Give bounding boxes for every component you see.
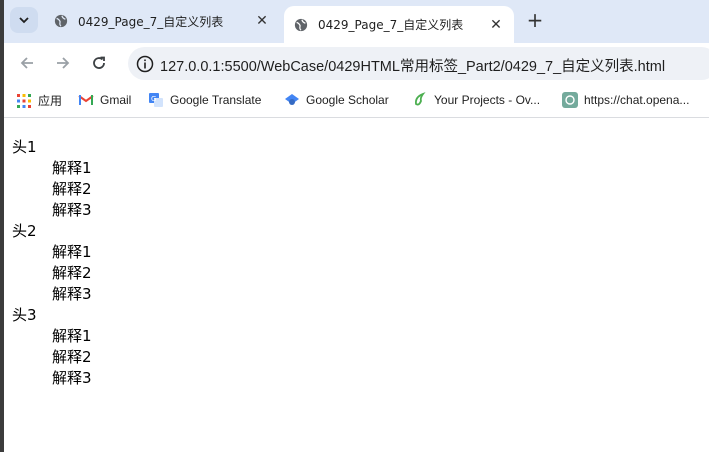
tab-title: 0429_Page_7_自定义列表	[318, 18, 464, 32]
bookmarks-bar: 应用 Gmail G Google Translate Google Schol…	[4, 84, 709, 118]
svg-text:G: G	[151, 95, 156, 103]
bookmark-label: 应用	[38, 94, 63, 108]
scholar-icon	[285, 94, 299, 105]
definition: 解释3	[52, 285, 92, 303]
definition: 解释3	[52, 201, 92, 219]
bookmark-label: https://chat.opena...	[584, 93, 690, 107]
definition: 解释1	[52, 159, 92, 177]
tab-page-7-active[interactable]: 0429_Page_7_自定义列表 ✕	[284, 6, 514, 43]
address-bar[interactable]: 127.0.0.1:5500/WebCase/0429HTML常用标签_Part…	[128, 47, 709, 80]
bookmark-label: Your Projects - Ov...	[434, 93, 541, 107]
definition: 解释2	[52, 264, 92, 282]
plus-icon: +	[526, 8, 544, 32]
bookmark-gmail[interactable]: Gmail	[78, 92, 131, 108]
reload-button[interactable]	[88, 52, 110, 74]
gmail-icon	[78, 95, 94, 105]
back-button[interactable]	[16, 52, 38, 74]
close-icon[interactable]: ✕	[252, 13, 272, 29]
arrow-right-icon	[57, 57, 70, 69]
definition: 解释2	[52, 348, 92, 366]
term-2: 头2	[12, 222, 37, 240]
openai-icon	[562, 92, 578, 108]
tab-page-7-inactive[interactable]: 0429_Page_7_自定义列表 ✕	[44, 6, 280, 36]
bookmark-apps[interactable]: 应用	[16, 92, 62, 109]
definition: 解释2	[52, 180, 92, 198]
tab-strip: 0429_Page_7_自定义列表 ✕ 0429_Page_7_自定义列表 ✕ …	[0, 0, 709, 43]
bookmark-google-translate[interactable]: G Google Translate	[148, 92, 261, 108]
page-content: 头1 解释1 解释2 解释3 头2 解释1 解释2 解释3 头3 解释1 解释2…	[4, 119, 709, 452]
close-icon[interactable]: ✕	[486, 17, 506, 33]
forward-button[interactable]	[52, 52, 74, 74]
apps-grid-icon	[17, 93, 31, 108]
globe-icon	[294, 18, 308, 31]
term-1: 头1	[12, 138, 37, 156]
translate-icon: G	[149, 93, 163, 107]
bookmark-label: Google Scholar	[306, 93, 389, 107]
chevron-down-icon	[19, 17, 29, 24]
url-text[interactable]: 127.0.0.1:5500/WebCase/0429HTML常用标签_Part…	[160, 55, 665, 76]
new-tab-button[interactable]: +	[524, 8, 546, 32]
arrow-left-icon	[20, 57, 33, 69]
tab-title: 0429_Page_7_自定义列表	[78, 14, 224, 29]
definition: 解释3	[52, 369, 92, 387]
definition: 解释1	[52, 243, 92, 261]
info-icon[interactable]	[136, 55, 154, 73]
tab-search-button[interactable]	[10, 7, 38, 33]
globe-icon	[54, 14, 68, 28]
bookmark-google-scholar[interactable]: Google Scholar	[284, 92, 389, 108]
browser-toolbar: 127.0.0.1:5500/WebCase/0429HTML常用标签_Part…	[4, 43, 709, 83]
term-3: 头3	[12, 306, 37, 324]
reload-icon	[93, 56, 105, 69]
definition-list: 头1 解释1 解释2 解释3 头2 解释1 解释2 解释3 头3 解释1 解释2…	[12, 137, 92, 389]
definition: 解释1	[52, 327, 92, 345]
bookmark-label: Google Translate	[170, 93, 262, 107]
overleaf-icon	[414, 92, 426, 106]
bookmark-openai[interactable]: https://chat.opena...	[562, 92, 689, 108]
bookmark-label: Gmail	[100, 93, 132, 107]
bookmark-overleaf[interactable]: Your Projects - Ov...	[412, 92, 540, 108]
